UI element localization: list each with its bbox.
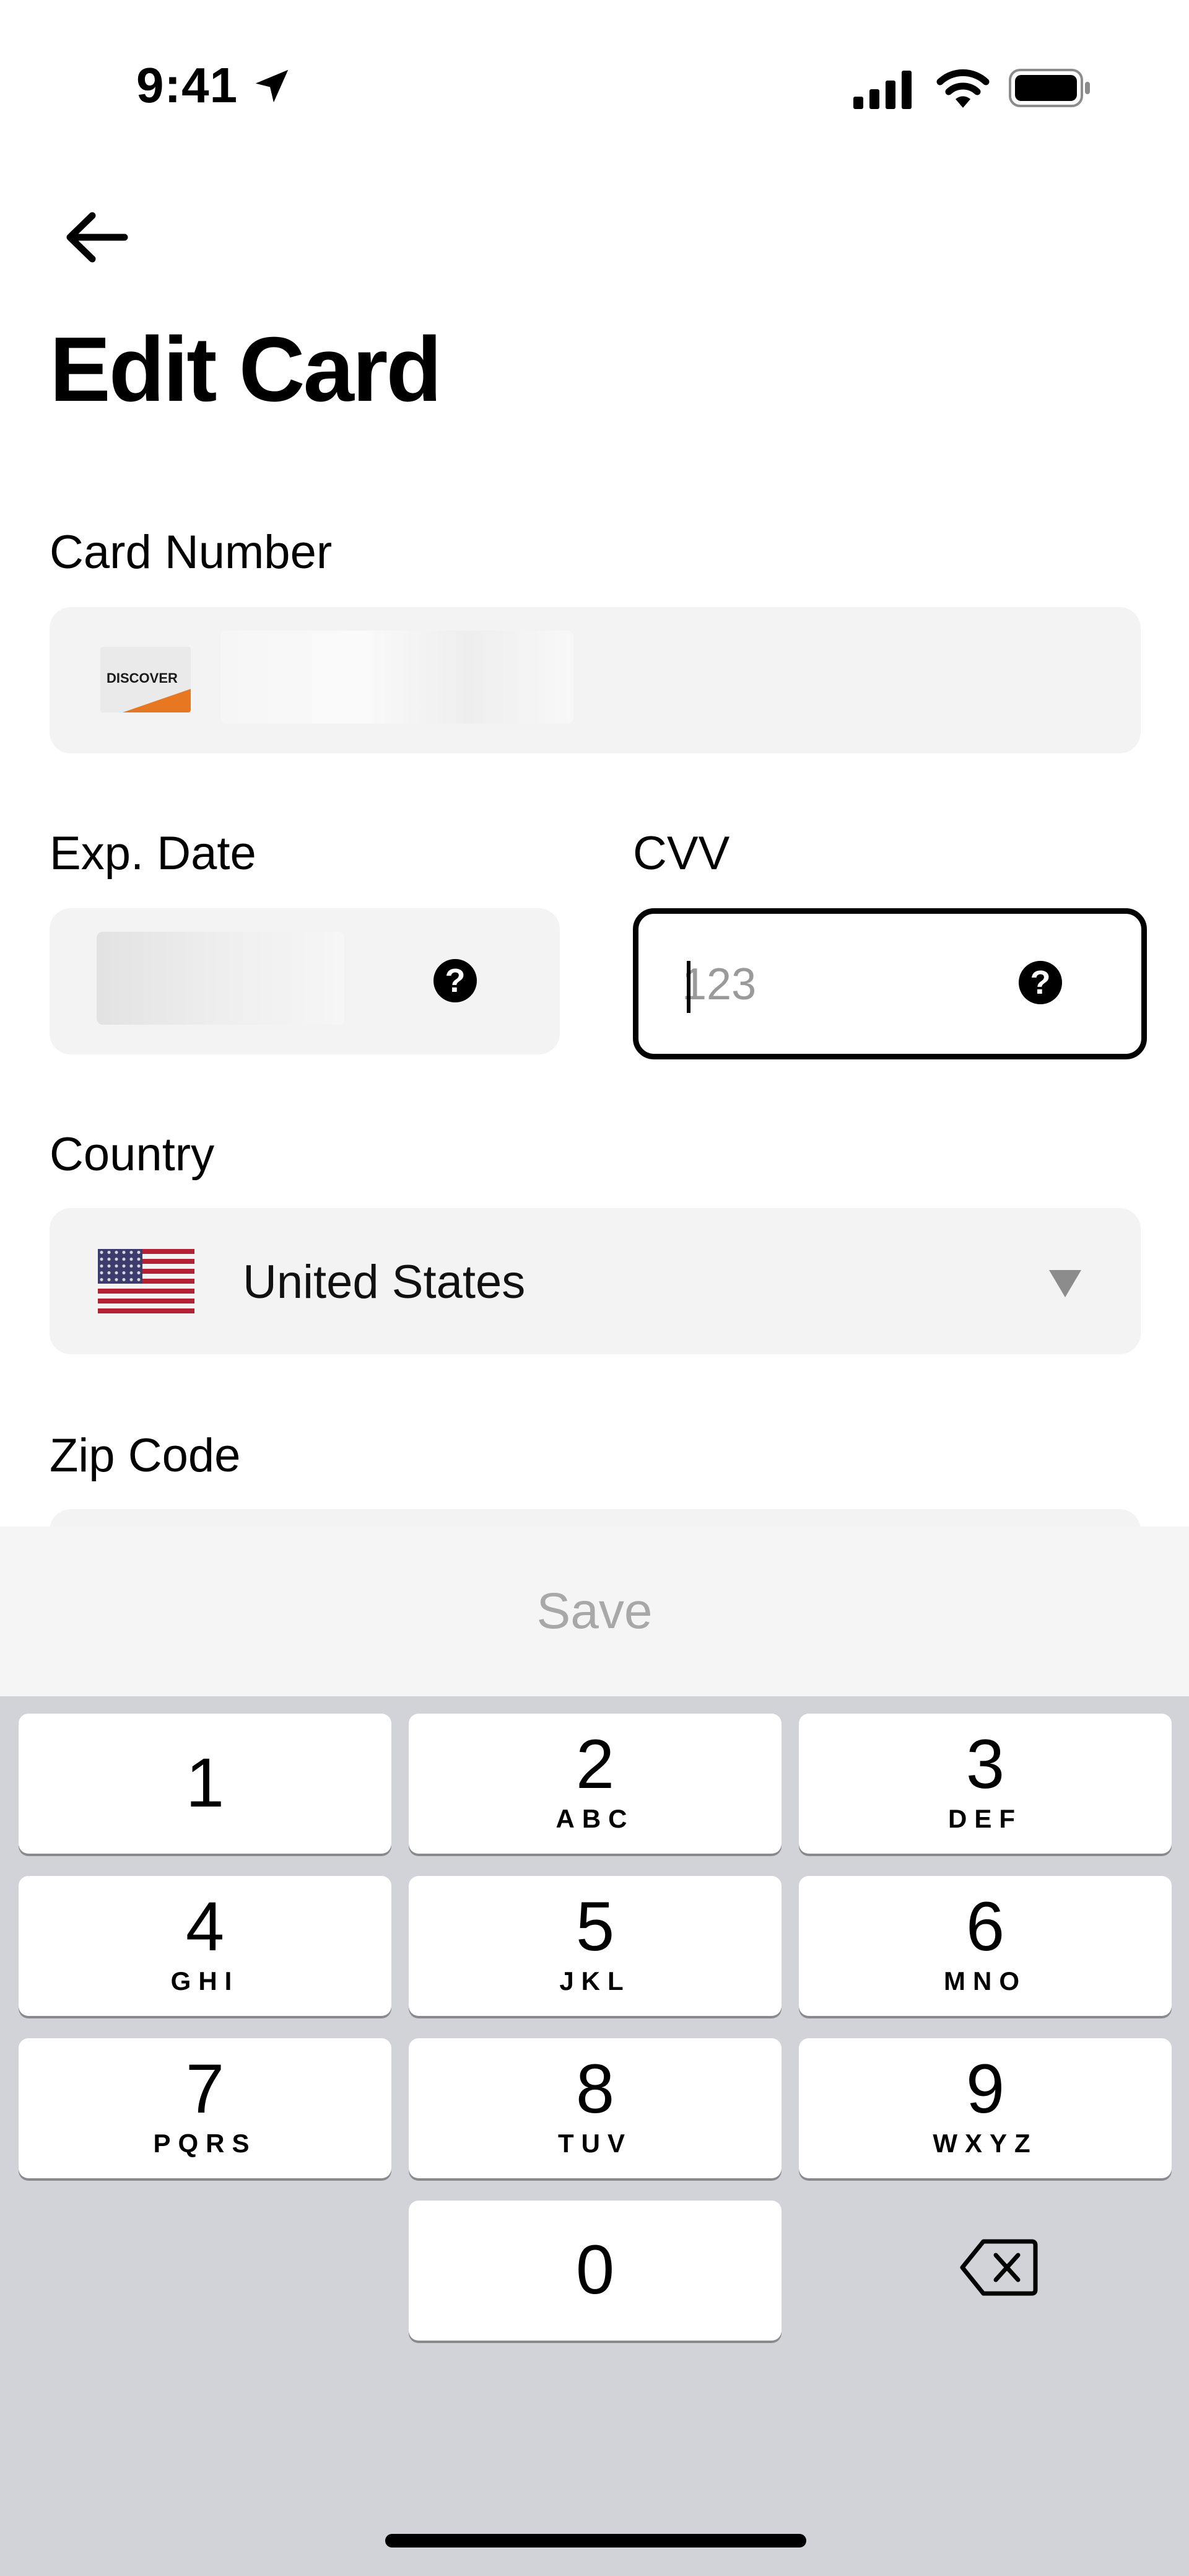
numeric-keypad: 1 2 ABC 3 DEF 4 GHI 5 JKL 6 MNO 7 PQRS 8… bbox=[0, 1696, 1189, 2576]
key-digit: 7 bbox=[185, 2050, 225, 2127]
key-7[interactable]: 7 PQRS bbox=[19, 2038, 391, 2178]
key-digit: 9 bbox=[965, 2050, 1005, 2127]
exp-date-label: Exp. Date bbox=[50, 827, 256, 880]
battery-icon bbox=[1009, 69, 1090, 107]
key-digit: 4 bbox=[185, 1888, 225, 1965]
key-0[interactable]: 0 bbox=[409, 2201, 782, 2341]
key-8[interactable]: 8 TUV bbox=[409, 2038, 782, 2178]
zip-code-label: Zip Code bbox=[50, 1429, 241, 1482]
key-digit: 3 bbox=[965, 1725, 1005, 1803]
key-digit: 2 bbox=[575, 1725, 615, 1803]
key-digit: 5 bbox=[575, 1888, 615, 1965]
cellular-signal-icon bbox=[853, 71, 912, 109]
exp-date-masked bbox=[97, 932, 344, 1025]
question-circle-icon[interactable]: ? bbox=[1019, 961, 1062, 1004]
key-letters: JKL bbox=[559, 1966, 631, 1996]
key-digit: 6 bbox=[965, 1888, 1005, 1965]
exp-date-field[interactable]: ? bbox=[50, 908, 560, 1054]
backspace-icon[interactable] bbox=[959, 2236, 1039, 2298]
key-letters: DEF bbox=[948, 1804, 1022, 1833]
page-title: Edit Card bbox=[50, 318, 442, 421]
question-circle-icon[interactable]: ? bbox=[433, 959, 477, 1002]
key-digit: 8 bbox=[575, 2050, 615, 2127]
key-letters: PQRS bbox=[153, 2129, 257, 2158]
wifi-icon bbox=[936, 69, 990, 108]
us-flag-icon bbox=[98, 1249, 194, 1313]
card-number-label: Card Number bbox=[50, 526, 333, 579]
card-number-masked bbox=[220, 631, 573, 724]
key-letters: MNO bbox=[944, 1966, 1027, 1996]
triangle-down-icon bbox=[1049, 1270, 1081, 1297]
key-digit: 1 bbox=[185, 1744, 225, 1821]
cvv-label: CVV bbox=[633, 827, 730, 880]
key-9[interactable]: 9 WXYZ bbox=[799, 2038, 1172, 2178]
location-arrow-icon bbox=[255, 69, 289, 103]
key-5[interactable]: 5 JKL bbox=[409, 1876, 782, 2016]
key-letters: TUV bbox=[558, 2129, 632, 2158]
key-letters: WXYZ bbox=[933, 2129, 1038, 2158]
arrow-left-icon bbox=[66, 212, 128, 263]
home-indicator bbox=[385, 2534, 806, 2548]
key-letters: GHI bbox=[170, 1966, 240, 1996]
cvv-input[interactable] bbox=[681, 944, 1005, 1025]
country-value: United States bbox=[243, 1256, 526, 1308]
back-button[interactable] bbox=[59, 203, 134, 271]
country-select[interactable]: United States bbox=[50, 1208, 1141, 1354]
key-4[interactable]: 4 GHI bbox=[19, 1876, 391, 2016]
key-3[interactable]: 3 DEF bbox=[799, 1714, 1172, 1854]
discover-card-logo: DISCOVER bbox=[100, 647, 191, 712]
key-6[interactable]: 6 MNO bbox=[799, 1876, 1172, 2016]
status-time: 9:41 bbox=[136, 58, 238, 113]
key-1[interactable]: 1 bbox=[19, 1714, 391, 1854]
key-2[interactable]: 2 ABC bbox=[409, 1714, 782, 1854]
card-brand-text: DISCOVER bbox=[107, 670, 178, 686]
card-number-field[interactable]: DISCOVER bbox=[50, 607, 1141, 753]
cvv-field[interactable]: ? bbox=[633, 908, 1147, 1059]
country-label: Country bbox=[50, 1128, 215, 1181]
save-bar: Save bbox=[0, 1527, 1189, 1696]
text-caret bbox=[687, 961, 690, 1013]
save-button[interactable]: Save bbox=[0, 1527, 1189, 1696]
key-digit: 0 bbox=[575, 2231, 615, 2308]
key-letters: ABC bbox=[555, 1804, 635, 1833]
